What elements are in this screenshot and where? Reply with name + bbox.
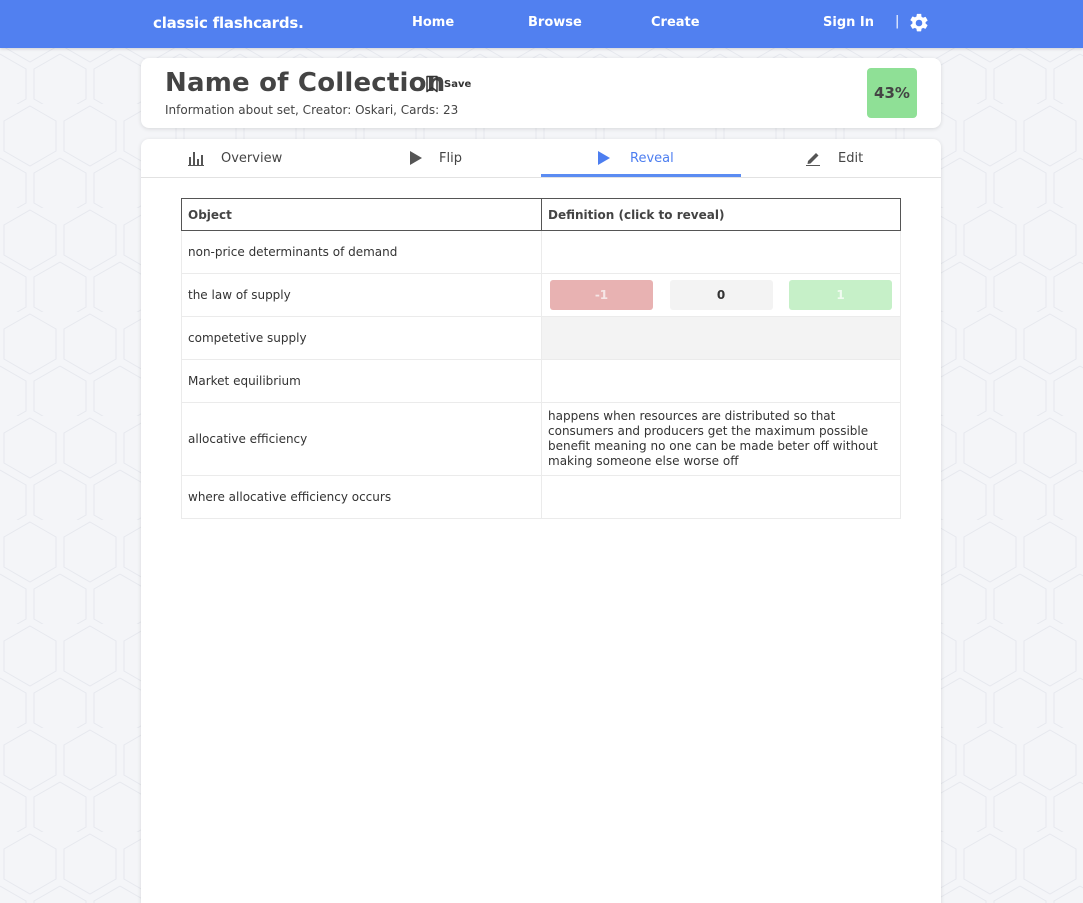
save-label: Save xyxy=(444,78,472,90)
object-cell: the law of supply xyxy=(181,273,542,317)
bar-chart-icon xyxy=(188,152,204,166)
brand-logo[interactable]: classic flashcards. xyxy=(153,14,304,32)
top-navbar: classic flashcards. Home Browse Create S… xyxy=(0,0,1083,48)
table-row: allocative efficiency happens when resou… xyxy=(181,402,901,476)
collection-header: Name of Collection Save Information abou… xyxy=(141,58,941,128)
nav-home-link[interactable]: Home xyxy=(412,15,454,30)
nav-separator: | xyxy=(895,14,900,29)
tab-overview[interactable]: Overview xyxy=(141,139,341,177)
nav-browse-link[interactable]: Browse xyxy=(528,15,582,30)
table-row: where allocative efficiency occurs xyxy=(181,475,901,519)
gear-icon[interactable] xyxy=(908,12,930,34)
progress-badge: 43% xyxy=(867,68,917,118)
save-button[interactable]: Save xyxy=(425,75,471,93)
pencil-icon xyxy=(806,153,820,166)
rate-zero-button[interactable]: 0 xyxy=(669,280,773,310)
flashcard-table: Object Definition (click to reveal) non-… xyxy=(181,198,901,519)
object-cell: Market equilibrium xyxy=(181,359,542,403)
definition-cell-hidden[interactable] xyxy=(541,359,901,403)
definition-text: happens when resources are distributed s… xyxy=(548,409,878,468)
object-cell: competetive supply xyxy=(181,316,542,360)
rating-buttons: -1 0 1 xyxy=(548,280,894,310)
object-cell: where allocative efficiency occurs xyxy=(181,475,542,519)
collection-title: Name of Collection xyxy=(165,68,446,98)
tab-overview-label: Overview xyxy=(221,151,283,166)
tab-reveal[interactable]: Reveal xyxy=(541,139,741,177)
tab-flip[interactable]: Flip xyxy=(341,139,541,177)
object-cell: allocative efficiency xyxy=(181,402,542,476)
nav-create-link[interactable]: Create xyxy=(651,15,700,30)
column-header-definition: Definition (click to reveal) xyxy=(541,198,901,231)
definition-cell-hidden[interactable] xyxy=(541,316,901,360)
study-panel: Overview Flip Reveal Edit Object Definit… xyxy=(141,139,941,903)
table-row: non-price determinants of demand xyxy=(181,230,901,274)
sign-in-link[interactable]: Sign In xyxy=(823,15,874,30)
collection-info: Information about set, Creator: Oskari, … xyxy=(165,103,459,117)
tab-flip-label: Flip xyxy=(439,151,462,166)
bookmark-icon xyxy=(426,75,438,93)
table-row: Market equilibrium xyxy=(181,359,901,403)
play-icon xyxy=(598,151,610,165)
active-tab-indicator xyxy=(541,174,741,177)
table-row: the law of supply -1 0 1 xyxy=(181,273,901,317)
table-row: competetive supply xyxy=(181,316,901,360)
definition-cell-hidden[interactable] xyxy=(541,475,901,519)
tab-edit-label: Edit xyxy=(838,151,864,166)
object-cell: non-price determinants of demand xyxy=(181,230,542,274)
definition-cell-hidden[interactable] xyxy=(541,230,901,274)
play-icon xyxy=(410,151,422,165)
rating-cell: -1 0 1 xyxy=(541,273,901,317)
tab-reveal-label: Reveal xyxy=(630,151,674,166)
rate-minus-one-button[interactable]: -1 xyxy=(550,280,653,310)
column-header-object: Object xyxy=(181,198,542,231)
rate-plus-one-button[interactable]: 1 xyxy=(789,280,892,310)
definition-cell-revealed[interactable]: happens when resources are distributed s… xyxy=(541,402,901,476)
mode-tabs: Overview Flip Reveal Edit xyxy=(141,139,941,178)
tab-edit[interactable]: Edit xyxy=(741,139,941,177)
